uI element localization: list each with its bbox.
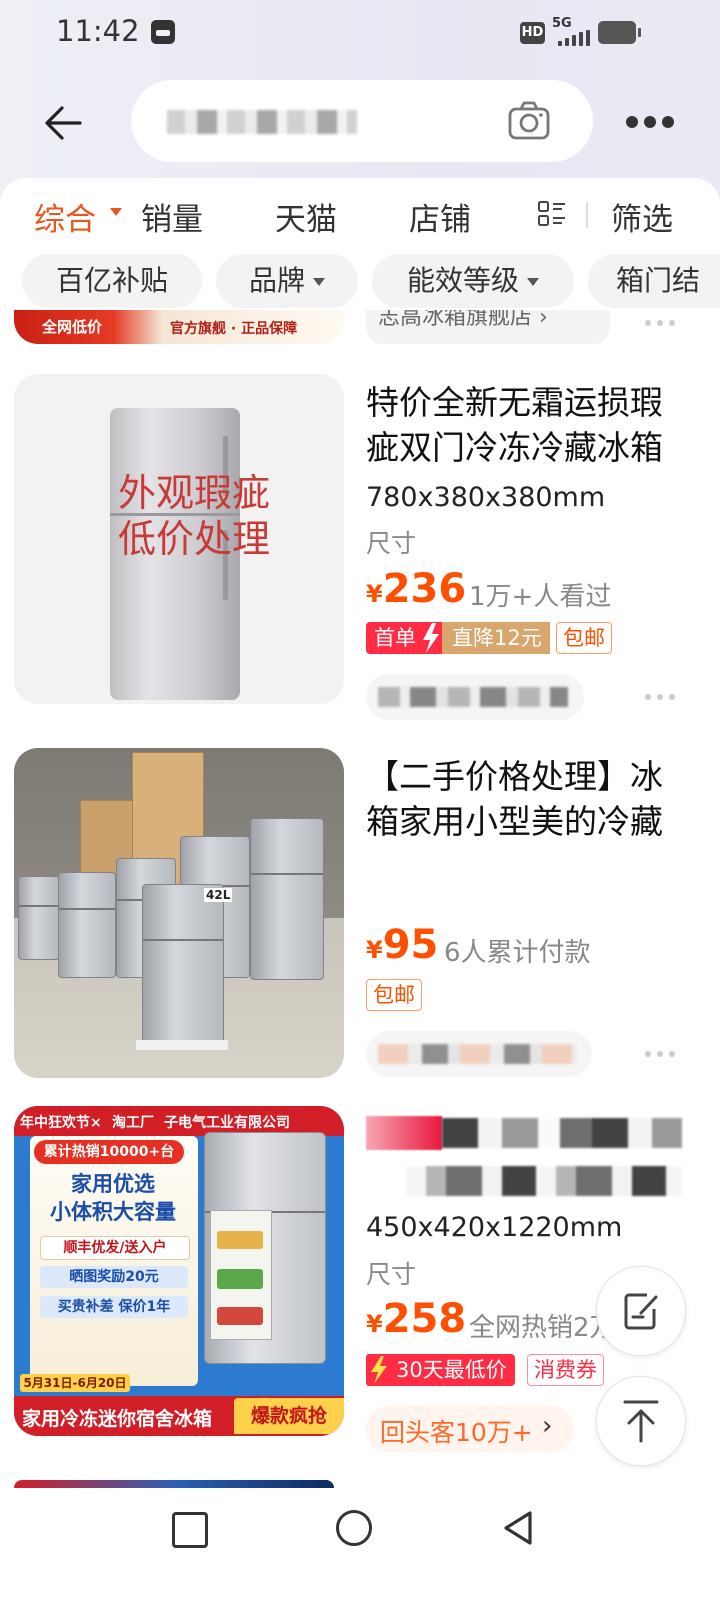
more-dots-icon[interactable] (645, 1049, 677, 1059)
capacity-label: 42L (204, 888, 233, 902)
image-date: 5月31日-6月20日 (20, 1374, 130, 1392)
hd-icon: HD (520, 22, 545, 44)
tab-filter[interactable]: 筛选 (611, 194, 673, 239)
caret-down-icon (110, 208, 122, 216)
app-notification-icon (151, 20, 175, 44)
image-headline: 家用优选 (71, 1172, 155, 1196)
image-line: 顺丰优发/送入户 (40, 1236, 190, 1260)
signal-icon (558, 30, 594, 46)
banner-factory: 淘工厂 (112, 1115, 154, 1131)
prev-banner-left: 全网低价 (42, 318, 103, 336)
banner-company: 子电气工业有限公司 (164, 1115, 290, 1131)
tab-sales[interactable]: 销量 (141, 194, 203, 239)
more-dots-icon[interactable] (645, 692, 677, 702)
search-query-blurred (167, 110, 357, 134)
prev-store-link[interactable]: 志高冰箱旗舰店 › (366, 310, 610, 344)
title-blurred (442, 1118, 682, 1148)
more-icon[interactable] (624, 110, 676, 134)
sales-badge: 累计热销10000+台 (34, 1140, 184, 1164)
layout-toggle-icon[interactable] (538, 200, 566, 228)
chip-subsidy[interactable]: 百亿补贴 (22, 254, 202, 308)
more-dots-icon[interactable] (645, 318, 677, 328)
banner-event: 年中狂欢节× (20, 1115, 102, 1131)
tab-divider (586, 202, 588, 228)
next-product-image[interactable] (14, 1480, 334, 1488)
store-link[interactable] (366, 674, 584, 720)
product-title[interactable]: 【二手价格处理】冰箱家用小型美的冷藏 (366, 754, 691, 844)
tab-store[interactable]: 店铺 (409, 194, 471, 239)
fridge-interior (210, 1210, 272, 1340)
edit-note-icon (624, 1293, 658, 1330)
chevron-right-icon: › (542, 1411, 553, 1441)
image-headline: 小体积大容量 (50, 1200, 176, 1224)
fridge-image (142, 884, 224, 1046)
image-caption: 外观瑕疵 (117, 471, 270, 515)
image-caption: 低价处理 (117, 517, 270, 561)
back-to-top-icon (623, 1400, 659, 1443)
coupon-tag: 消费券 (527, 1354, 604, 1386)
tab-comprehensive[interactable]: 综合 (34, 194, 96, 239)
product-sales: 1万+人看过 (469, 582, 612, 612)
image-line: 买贵补差 保价1年 (40, 1296, 188, 1318)
discount-tag: 直降12元 (442, 622, 550, 654)
repeat-customer-link[interactable]: 回头客10万+ › (366, 1406, 574, 1452)
network-type: 5G (552, 16, 572, 31)
product-sales: 6人累计付款 (444, 938, 591, 968)
product-price: ¥258 (366, 1296, 467, 1342)
banner-caption: 家用冷冻迷你宿舍冰箱 (22, 1408, 213, 1430)
arrow-left-icon (45, 106, 82, 140)
spec-label: 尺寸 (366, 529, 417, 558)
tab-tmall[interactable]: 天猫 (275, 194, 337, 239)
lightning-icon (418, 622, 444, 654)
recent-apps-button[interactable] (172, 1512, 208, 1548)
chip-label: 品牌 (248, 264, 305, 297)
product-price: ¥236 (366, 566, 467, 612)
fridge-base (136, 1040, 228, 1050)
home-button[interactable] (336, 1510, 372, 1546)
free-shipping-tag: 包邮 (556, 622, 612, 654)
lowest-price-tag: 30天最低价 (388, 1354, 515, 1386)
product-title[interactable]: 特价全新无霜运损瑕疵双门冷冻冷藏冰箱 (366, 380, 691, 470)
product-spec: 450x420x1220mm (366, 1212, 623, 1243)
product-image[interactable]: 42L (14, 748, 344, 1078)
first-order-tag: 首单 (366, 622, 424, 654)
back-to-top-button[interactable] (596, 1376, 686, 1466)
camera-icon[interactable] (507, 100, 551, 142)
prev-product-image[interactable]: 全网低价 官方旗舰 · 正品保障 (14, 310, 344, 344)
chip-door-structure[interactable]: 箱门结 (588, 254, 720, 308)
store-name-blurred (378, 1044, 576, 1064)
back-button[interactable] (40, 98, 90, 148)
search-input[interactable] (131, 80, 593, 162)
title-blurred (406, 1166, 682, 1196)
chip-brand[interactable]: 品牌 (216, 254, 358, 308)
caret-down-icon (313, 278, 325, 286)
hot-sale-badge: 爆款疯抢 (234, 1398, 344, 1434)
repeat-customer-text: 回头客10万+ (380, 1418, 533, 1447)
prev-banner-right: 官方旗舰 · 正品保障 (170, 321, 298, 337)
fridge-image (18, 876, 60, 960)
fridge-image (250, 818, 324, 980)
chip-label: 百亿补贴 (55, 264, 168, 297)
product-spec: 780x380x380mm (366, 482, 606, 513)
system-back-button[interactable] (500, 1508, 536, 1548)
spec-label: 尺寸 (366, 1260, 417, 1289)
chip-label: 箱门结 (616, 264, 701, 297)
chip-energy[interactable]: 能效等级 (372, 254, 574, 308)
store-link[interactable] (366, 1031, 592, 1077)
fridge-image (58, 872, 116, 978)
feedback-button[interactable] (596, 1266, 686, 1356)
triangle-back-icon (504, 1511, 532, 1545)
battery-icon (598, 21, 641, 44)
product-image[interactable]: 外观瑕疵 低价处理 (14, 374, 344, 704)
image-line: 晒图奖励20元 (40, 1266, 188, 1288)
chip-label: 能效等级 (406, 264, 519, 297)
caret-down-icon (527, 278, 539, 286)
title-blurred (366, 1116, 442, 1150)
status-time: 11:42 (56, 14, 140, 48)
product-price: ¥95 (366, 922, 439, 968)
store-name-blurred (378, 687, 568, 707)
free-shipping-tag: 包邮 (366, 979, 422, 1011)
product-image[interactable]: 年中狂欢节× 淘工厂 子电气工业有限公司 累计热销10000+台 家用优选 小体… (14, 1106, 344, 1436)
